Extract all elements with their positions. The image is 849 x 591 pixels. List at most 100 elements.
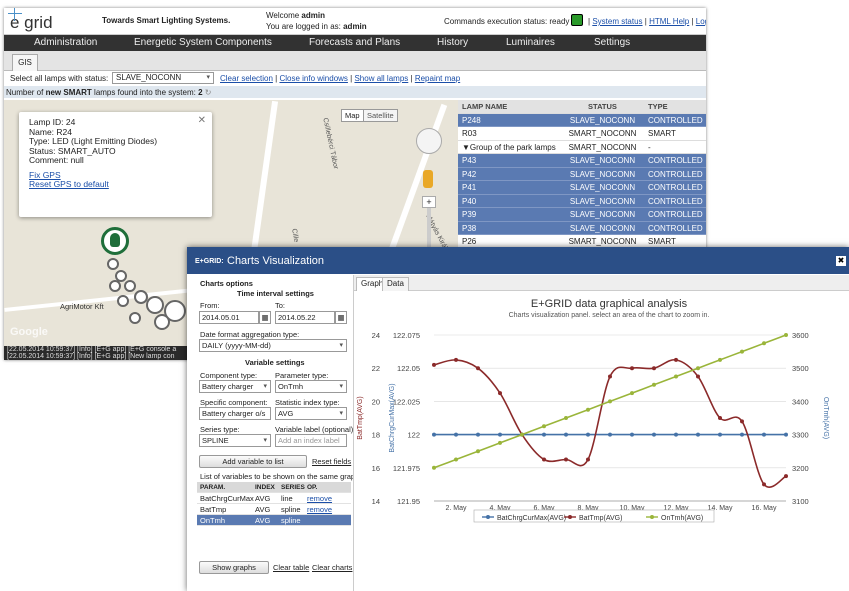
close-icon[interactable]: ✕ xyxy=(198,116,206,126)
lamp-type-cell: CONTROLLED xyxy=(648,115,703,125)
reset-gps-link[interactable]: Reset GPS to default xyxy=(29,179,202,190)
map-type-button[interactable]: Map xyxy=(341,109,364,122)
lamp-marker[interactable] xyxy=(109,280,121,292)
data-point xyxy=(674,357,678,362)
menu-administration[interactable]: Administration xyxy=(34,37,97,48)
statistic-select[interactable]: AVG ▾ xyxy=(275,407,347,420)
y-outer-tick: 24 xyxy=(372,331,380,340)
logout-link[interactable]: Log xyxy=(696,17,706,26)
table-row[interactable]: P248 SLAVE_NOCONN CONTROLLED xyxy=(458,113,706,127)
menu-luminaires[interactable]: Luminaires xyxy=(506,37,555,48)
lamp-marker[interactable] xyxy=(154,314,170,330)
menu-energetic-components[interactable]: Energetic System Components xyxy=(134,37,272,48)
lamp-type-cell: SMART xyxy=(648,129,676,138)
status-ready-icon xyxy=(571,14,583,26)
from-date-input[interactable]: 2014.05.01 xyxy=(199,311,259,324)
clear-charts-link[interactable]: Clear charts xyxy=(312,563,352,572)
close-icon[interactable]: ✖ xyxy=(836,256,846,266)
column-header[interactable]: STATUS xyxy=(561,100,644,113)
status-select[interactable]: SLAVE_NOCONN ▾ xyxy=(112,72,214,84)
show-all-lamps-link[interactable]: Show all lamps xyxy=(354,74,408,83)
selected-lamp-marker[interactable] xyxy=(101,227,129,255)
chart-subtitle: Charts visualization panel. select an ar… xyxy=(509,312,710,319)
parameter-select[interactable]: OnTmh ▾ xyxy=(275,380,347,393)
table-row[interactable]: R03 SMART_NOCONN SMART xyxy=(458,127,706,141)
column-header[interactable]: LAMP NAME xyxy=(458,100,561,113)
calendar-icon[interactable]: ▦ xyxy=(335,311,347,324)
data-point xyxy=(762,341,766,346)
table-row[interactable]: P41 SLAVE_NOCONN CONTROLLED xyxy=(458,181,706,195)
tab-gis[interactable]: GIS xyxy=(12,54,38,71)
zoom-in-button[interactable]: + xyxy=(422,196,436,208)
format-select[interactable]: DAILY (yyyy-MM-dd) ▾ xyxy=(199,339,347,352)
table-row[interactable]: BatChrgCurMax AVG line remove xyxy=(197,493,351,504)
calendar-icon[interactable]: ▦ xyxy=(259,311,271,324)
component-select[interactable]: Battery charger ▾ xyxy=(199,380,271,393)
specific-select[interactable]: Battery charger o/s xyxy=(199,407,271,420)
welcome-text: Welcome admin xyxy=(266,11,325,20)
clear-table-link[interactable]: Clear table xyxy=(273,563,309,572)
lamp-marker[interactable] xyxy=(129,312,141,324)
system-status-link[interactable]: System status xyxy=(592,17,642,26)
table-row[interactable]: P38 SLAVE_NOCONN CONTROLLED xyxy=(458,221,706,235)
data-point xyxy=(652,366,656,371)
lamp-marker[interactable] xyxy=(124,280,136,292)
data-point xyxy=(652,432,656,437)
series-label: Series type: xyxy=(200,425,240,434)
remove-link[interactable] xyxy=(307,515,337,525)
table-row[interactable]: P43 SLAVE_NOCONN CONTROLLED xyxy=(458,154,706,168)
menu-history[interactable]: History xyxy=(437,37,468,48)
table-row[interactable]: P40 SLAVE_NOCONN CONTROLLED xyxy=(458,194,706,208)
data-point xyxy=(608,432,612,437)
pegman-icon[interactable] xyxy=(423,170,433,188)
dialog-title: Charts Visualization xyxy=(227,255,325,267)
series-select[interactable]: SPLINE ▾ xyxy=(199,434,271,447)
param-cell: BatTmp xyxy=(200,505,227,514)
logged-in-text: You are logged in as: admin xyxy=(266,22,367,31)
reset-fields-link[interactable]: Reset fields xyxy=(312,457,351,466)
table-row[interactable]: P42 SLAVE_NOCONN CONTROLLED xyxy=(458,167,706,181)
close-info-windows-link[interactable]: Close info windows xyxy=(279,74,347,83)
y-right-tick: 3500 xyxy=(792,364,809,373)
lamp-type-cell: - xyxy=(648,142,651,152)
satellite-type-button[interactable]: Satellite xyxy=(363,109,398,122)
count-row: Number of new SMART lamps found into the… xyxy=(4,86,706,98)
menu-settings[interactable]: Settings xyxy=(594,37,630,48)
clear-selection-link[interactable]: Clear selection xyxy=(220,74,273,83)
y-inner-tick: 121.95 xyxy=(397,497,420,506)
column-header[interactable]: TYPE xyxy=(644,100,706,113)
chart-panel: Graph Data E+GRID data graphical analysi… xyxy=(353,275,849,591)
line-chart[interactable]: E+GRID data graphical analysis Charts vi… xyxy=(354,291,849,590)
show-graphs-button[interactable]: Show graphs xyxy=(199,561,269,574)
add-variable-button[interactable]: Add variable to list xyxy=(199,455,307,468)
menu-forecasts[interactable]: Forecasts and Plans xyxy=(309,37,400,48)
y-right-tick: 3600 xyxy=(792,331,809,340)
data-point xyxy=(630,366,634,371)
lamp-marker[interactable] xyxy=(146,296,164,314)
repaint-map-link[interactable]: Repaint map xyxy=(415,74,460,83)
remove-link[interactable]: remove xyxy=(307,493,337,503)
y-inner-tick: 122 xyxy=(407,431,420,440)
data-point xyxy=(520,432,524,437)
lamp-status-cell: SLAVE_NOCONN xyxy=(569,169,636,179)
data-point xyxy=(630,391,634,396)
lamp-marker[interactable] xyxy=(107,258,119,270)
dialog-brand: E+GRID: xyxy=(195,258,224,265)
table-row[interactable]: OnTmh AVG spline xyxy=(197,515,351,526)
table-row[interactable]: P39 SLAVE_NOCONN CONTROLLED xyxy=(458,208,706,222)
lamp-marker[interactable] xyxy=(117,295,129,307)
series-cell: line xyxy=(281,494,293,503)
pan-control[interactable] xyxy=(416,128,442,154)
data-point xyxy=(564,416,568,420)
refresh-icon[interactable]: ↻ xyxy=(205,88,212,97)
table-row[interactable]: BatTmp AVG spline remove xyxy=(197,504,351,515)
variable-label-input[interactable]: Add an index label xyxy=(275,434,347,447)
html-help-link[interactable]: HTML Help xyxy=(649,17,689,26)
command-status: Commands execution status: ready xyxy=(444,17,570,26)
lamp-name-cell: P39 xyxy=(462,210,477,219)
table-row[interactable]: ▼Group of the park lamps SMART_NOCONN - xyxy=(458,141,706,154)
chevron-down-icon: ▾ xyxy=(263,437,267,444)
tab-data[interactable]: Data xyxy=(382,277,409,291)
to-date-input[interactable]: 2014.05.22 xyxy=(275,311,335,324)
remove-link[interactable]: remove xyxy=(307,504,337,514)
